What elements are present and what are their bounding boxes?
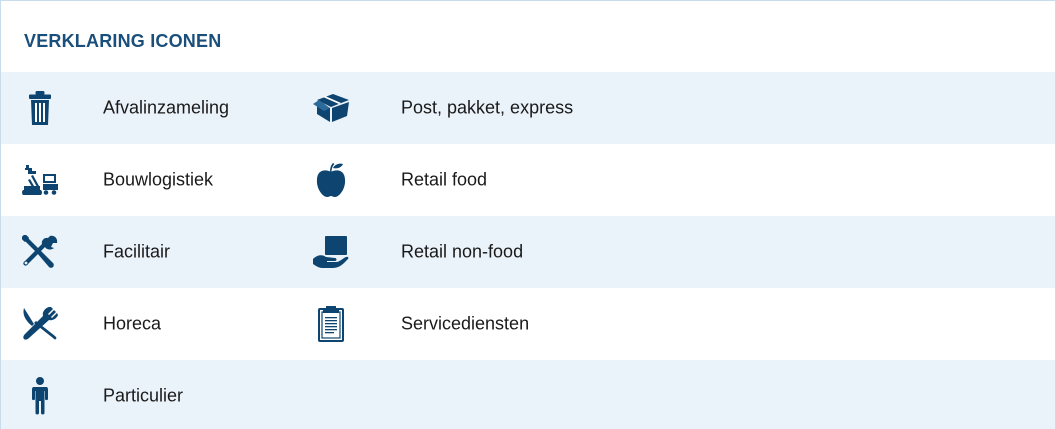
package-box-icon [313, 94, 349, 122]
legend-row: Bouwlogistiek Retail food [1, 144, 1055, 216]
legend-row: Horeca Servicediensten [1, 288, 1055, 360]
fork-knife-icon [23, 307, 58, 340]
hand-holding-box-icon [313, 236, 349, 268]
legend-row: Particulier [1, 360, 1055, 429]
legend-label: Particulier [103, 385, 184, 405]
legend-row: Afvalinzameling Post, pakket, express [1, 72, 1055, 144]
legend-label: Servicediensten [401, 313, 530, 334]
wrench-screwdriver-icon [22, 235, 58, 268]
legend-label: Post, pakket, express [401, 97, 574, 118]
clipboard-icon [318, 306, 344, 342]
apple-icon [316, 163, 346, 197]
legend-label: Retail non-food [401, 241, 524, 262]
legend-label: Afvalinzameling [103, 97, 230, 118]
legend-label: Horeca [103, 313, 162, 334]
crane-construction-icon [22, 165, 58, 195]
icon-legend-panel: VERKLARING ICONEN Afvalinzameling Post, [0, 0, 1056, 429]
legend-label: Facilitair [103, 241, 171, 262]
legend-title: VERKLARING ICONEN [24, 31, 222, 51]
legend-row: Facilitair Retail non-food [1, 216, 1055, 288]
legend-label: Bouwlogistiek [103, 169, 214, 190]
legend-label: Retail food [401, 169, 488, 190]
person-icon [32, 376, 48, 414]
trash-bin-icon [29, 91, 51, 125]
